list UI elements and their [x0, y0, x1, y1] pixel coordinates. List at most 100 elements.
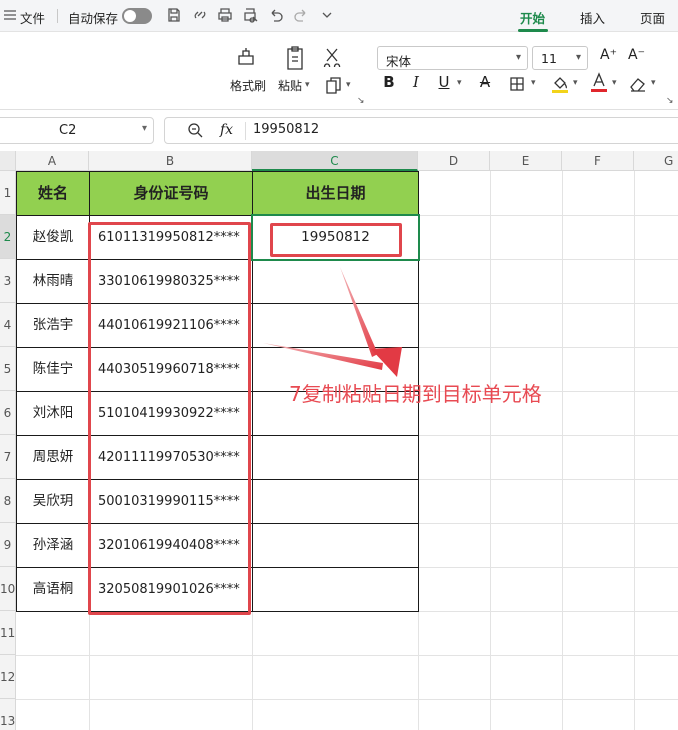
strikethrough-icon[interactable]: A	[474, 73, 496, 91]
zoom-icon[interactable]	[187, 122, 203, 142]
decrease-font-icon[interactable]: A⁻	[628, 47, 645, 63]
name-cell[interactable]: 吴欣玥	[16, 479, 90, 524]
tab-insert[interactable]: 插入	[580, 8, 605, 27]
row-header[interactable]: 4	[0, 303, 16, 347]
header-name[interactable]: 姓名	[16, 171, 90, 216]
birth-cell[interactable]	[252, 435, 419, 480]
file-menu[interactable]: 文件	[20, 8, 45, 27]
autosave-label: 自动保存	[68, 11, 119, 26]
row-header[interactable]: 13	[0, 699, 16, 730]
italic-icon[interactable]: I	[405, 73, 427, 91]
row-header[interactable]: 10	[0, 567, 16, 611]
bold-icon[interactable]: B	[378, 73, 400, 91]
row-header[interactable]: 12	[0, 655, 16, 699]
paste-label[interactable]: 粘贴	[278, 77, 302, 94]
row-header[interactable]: 6	[0, 391, 16, 435]
menu-icon[interactable]	[2, 7, 18, 23]
column-header-g[interactable]: G	[634, 151, 678, 171]
print-icon[interactable]	[217, 7, 233, 23]
chevron-down-icon[interactable]: ▾	[305, 80, 310, 90]
underline-icon[interactable]: U	[433, 73, 455, 91]
name-cell[interactable]: 陈佳宁	[16, 347, 90, 392]
gridline	[634, 171, 635, 730]
name-cell[interactable]: 孙泽涵	[16, 523, 90, 568]
font-color-icon[interactable]	[590, 72, 608, 98]
dialog-launcher-icon[interactable]: ↘	[666, 96, 674, 106]
share-icon[interactable]	[192, 7, 208, 23]
worksheet-grid[interactable]: A B C D E F G 1 2 3 4 5 6 7 8 9 10 11 12…	[0, 151, 678, 730]
formula-input[interactable]: fx	[164, 117, 678, 144]
font-name-value: 宋体	[386, 54, 412, 69]
chevron-down-icon[interactable]: ▾	[573, 78, 578, 88]
format-painter-label[interactable]: 格式刷	[230, 77, 266, 94]
name-cell[interactable]: 周思妍	[16, 435, 90, 480]
arrow-shaft-1	[340, 267, 378, 357]
birth-cell[interactable]	[252, 523, 419, 568]
name-cell[interactable]: 高语桐	[16, 567, 90, 612]
column-header-b[interactable]: B	[89, 151, 252, 171]
gridline	[418, 611, 678, 612]
row-header[interactable]: 2	[0, 215, 16, 259]
paste-icon[interactable]	[283, 45, 307, 75]
formula-bar: C2 ▾ fx 19950812	[0, 117, 678, 145]
column-header-d[interactable]: D	[418, 151, 490, 171]
birth-cell[interactable]	[252, 567, 419, 612]
fx-icon[interactable]: fx	[220, 122, 233, 138]
column-header-e[interactable]: E	[490, 151, 562, 171]
select-all-corner[interactable]	[0, 151, 16, 171]
row-header[interactable]: 9	[0, 523, 16, 567]
save-icon[interactable]	[166, 7, 182, 23]
chevron-down-icon[interactable]: ▾	[612, 78, 617, 88]
format-painter-icon[interactable]	[235, 46, 259, 74]
gridline	[418, 215, 678, 216]
tab-start[interactable]: 开始	[520, 8, 545, 27]
undo-icon[interactable]	[268, 7, 284, 23]
column-header-a[interactable]: A	[16, 151, 89, 171]
name-cell[interactable]: 赵俊凯	[16, 215, 90, 260]
row-header[interactable]: 3	[0, 259, 16, 303]
gridline	[418, 435, 678, 436]
ribbon-toolbar: 格式刷 粘贴 ▾ ▾ ↘ 宋体 ▾ 11 ▾ A⁺ A⁻ B I U ▾ A ▾ ▾…	[0, 32, 678, 110]
eraser-icon[interactable]	[629, 75, 647, 97]
autosave-toggle[interactable]	[122, 8, 152, 24]
font-size-select[interactable]: 11 ▾	[532, 46, 588, 70]
name-cell[interactable]: 刘沐阳	[16, 391, 90, 436]
gridline	[562, 171, 563, 730]
dialog-launcher-icon[interactable]: ↘	[357, 96, 365, 106]
gridline	[16, 699, 678, 700]
divider	[245, 122, 246, 140]
id-highlight-box	[88, 222, 251, 615]
cut-icon[interactable]	[322, 47, 342, 71]
gridline	[418, 523, 678, 524]
name-cell[interactable]: 林雨晴	[16, 259, 90, 304]
header-id[interactable]: 身份证号码	[89, 171, 253, 216]
font-size-value: 11	[541, 51, 557, 66]
row-header[interactable]: 11	[0, 611, 16, 655]
divider	[57, 9, 58, 23]
redo-icon[interactable]	[293, 7, 309, 23]
birth-cell[interactable]	[252, 479, 419, 524]
column-header-c[interactable]: C	[252, 151, 418, 171]
print-preview-icon[interactable]	[243, 7, 259, 23]
chevron-down-icon[interactable]: ▾	[531, 78, 536, 88]
row-header[interactable]: 5	[0, 347, 16, 391]
name-cell[interactable]: 张浩宇	[16, 303, 90, 348]
fill-color-icon[interactable]	[551, 74, 569, 98]
chevron-down-icon[interactable]: ▾	[346, 80, 351, 90]
font-name-select[interactable]: 宋体 ▾	[377, 46, 528, 70]
border-icon[interactable]	[509, 76, 525, 96]
cell-reference: C2	[59, 123, 77, 138]
header-birth[interactable]: 出生日期	[252, 171, 419, 216]
column-header-f[interactable]: F	[562, 151, 634, 171]
chevron-down-icon[interactable]	[319, 7, 335, 23]
chevron-down-icon[interactable]: ▾	[651, 78, 656, 88]
row-header[interactable]: 1	[0, 171, 16, 215]
formula-value[interactable]: 19950812	[253, 122, 319, 137]
row-header[interactable]: 8	[0, 479, 16, 523]
copy-icon[interactable]	[324, 76, 344, 100]
name-box[interactable]: C2 ▾	[0, 117, 154, 144]
chevron-down-icon[interactable]: ▾	[457, 78, 462, 88]
increase-font-icon[interactable]: A⁺	[600, 47, 617, 63]
tab-page[interactable]: 页面	[640, 8, 665, 27]
row-header[interactable]: 7	[0, 435, 16, 479]
